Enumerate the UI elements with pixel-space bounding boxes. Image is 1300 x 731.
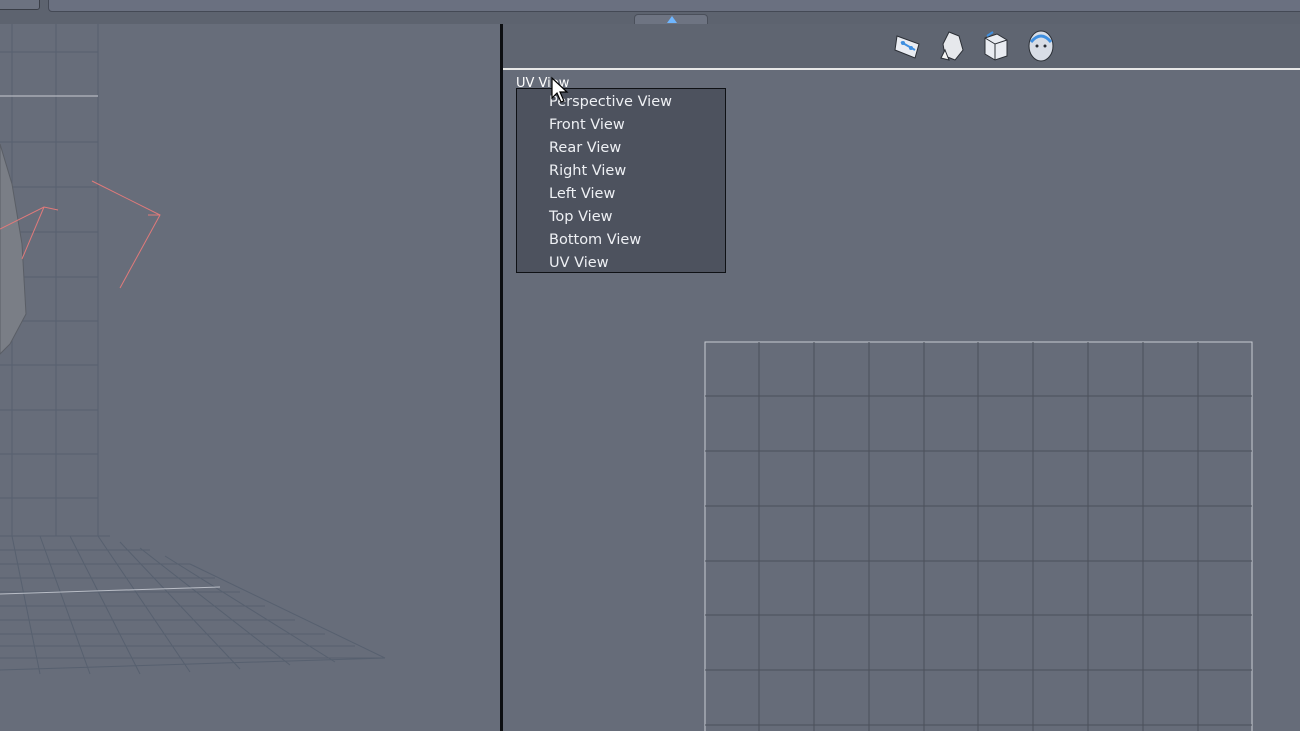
box-tool-icon[interactable] <box>977 28 1013 64</box>
top-panel-bar <box>48 0 1300 12</box>
collapse-up-arrow-icon <box>667 16 677 23</box>
figure-mesh <box>0 143 27 355</box>
floor-axis-line <box>0 586 221 595</box>
viewport-toolbar <box>503 24 1300 70</box>
left-3d-viewport[interactable] <box>0 24 500 731</box>
menu-item-uv-view[interactable]: UV View <box>549 252 609 274</box>
head-camera-icon[interactable] <box>1023 28 1059 64</box>
menu-item-front-view[interactable]: Front View <box>549 114 625 136</box>
left-viewport-scene <box>0 24 386 675</box>
floor-grid <box>0 535 386 675</box>
menu-item-bottom-view[interactable]: Bottom View <box>549 229 641 251</box>
menu-item-right-view[interactable]: Right View <box>549 160 626 182</box>
uv-grid <box>704 341 1253 731</box>
mouse-cursor-icon <box>551 76 569 103</box>
morph-brush-icon[interactable] <box>891 28 927 64</box>
top-left-tab[interactable] <box>0 0 40 10</box>
application-window: UV View Perspective View Front View Rear… <box>0 0 1300 731</box>
menu-item-left-view[interactable]: Left View <box>549 183 615 205</box>
menu-item-rear-view[interactable]: Rear View <box>549 137 621 159</box>
right-uv-viewport[interactable]: UV View Perspective View Front View Rear… <box>503 24 1300 731</box>
menu-item-top-view[interactable]: Top View <box>549 206 613 228</box>
view-dropdown-menu: Perspective View Front View Rear View Ri… <box>516 88 726 273</box>
figure-tool-icon[interactable] <box>935 28 971 64</box>
